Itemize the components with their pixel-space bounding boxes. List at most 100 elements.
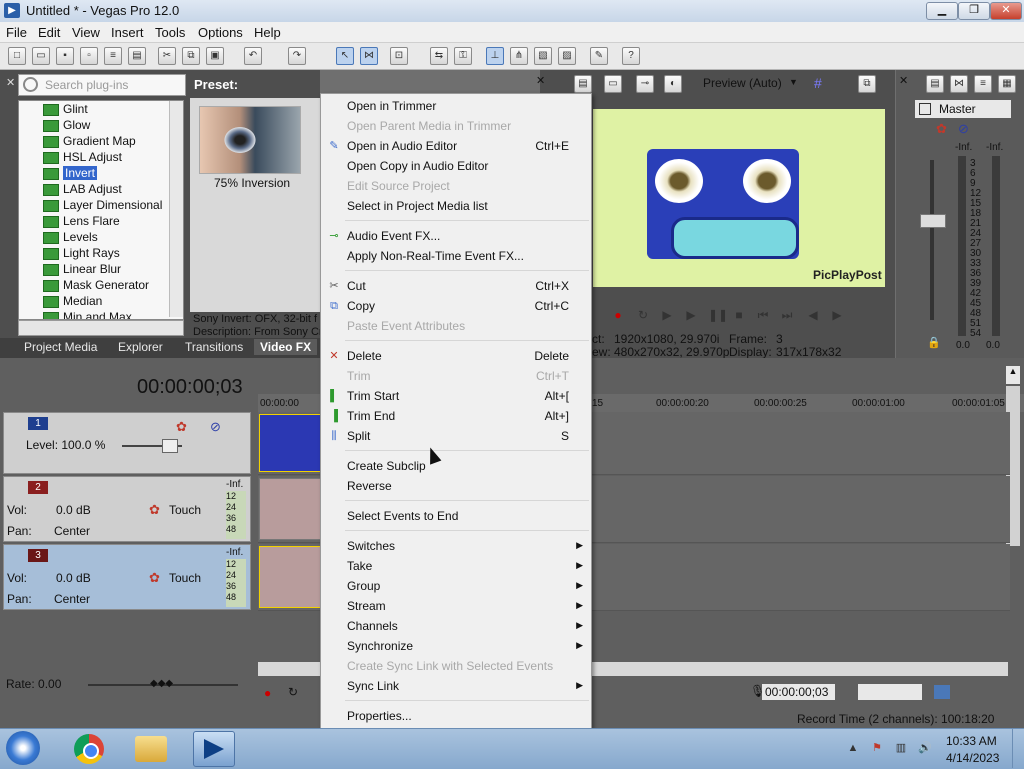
panel-close-icon[interactable]: ✕ xyxy=(536,74,545,87)
preview-quality-dropdown[interactable]: Preview (Auto) xyxy=(703,76,782,90)
normal-edit-tool-icon[interactable]: ↖ xyxy=(336,47,354,65)
menu-item-select-in-project-media[interactable]: Select in Project Media list xyxy=(347,199,488,213)
plugin-item[interactable]: Light Rays xyxy=(43,245,120,261)
menu-item-copy[interactable]: Copy xyxy=(347,299,375,313)
save-icon[interactable]: ▪ xyxy=(56,47,74,65)
split-screen-icon[interactable]: ◐ xyxy=(664,75,682,93)
menu-item-switches[interactable]: Switches xyxy=(347,539,395,553)
track-header-video[interactable]: 1 Level: 100.0 % ✿ ⊘ xyxy=(3,412,251,474)
menu-item-open-in-trimmer[interactable]: Open in Trimmer xyxy=(347,99,436,113)
next-frame-icon[interactable]: ▶ xyxy=(830,308,844,322)
tab-transitions[interactable]: Transitions xyxy=(185,340,243,354)
record-icon[interactable]: ● xyxy=(611,308,625,322)
preset-thumbnail[interactable] xyxy=(199,106,301,174)
go-to-end-icon[interactable]: ⏭ xyxy=(780,308,794,322)
chrome-taskbar-icon[interactable] xyxy=(74,734,104,764)
maximize-button[interactable]: ❐ xyxy=(958,2,990,20)
copy-snapshot-icon[interactable]: ⧉ xyxy=(858,75,876,93)
plugin-item[interactable]: Glow xyxy=(43,117,90,133)
menu-edit[interactable]: Edit xyxy=(38,25,60,40)
menu-item-group[interactable]: Group xyxy=(347,579,380,593)
audio-event-clip[interactable] xyxy=(259,478,323,540)
plugin-item[interactable]: HSL Adjust xyxy=(43,149,122,165)
tab-video-fx[interactable]: Video FX xyxy=(254,339,318,355)
menu-item-channels[interactable]: Channels xyxy=(347,619,398,633)
track-header-audio[interactable]: 2 Vol: 0.0 dB Pan: Center ✿ Touch -Inf. … xyxy=(3,476,251,542)
clock-date[interactable]: 4/14/2023 xyxy=(946,751,999,765)
lock-envelopes-icon[interactable]: ⚿ xyxy=(454,47,472,65)
auto-crossfade-icon[interactable]: ⋔ xyxy=(510,47,528,65)
automation-mode[interactable]: Touch xyxy=(169,503,201,517)
video-fx-icon[interactable]: ⊸ xyxy=(636,75,654,93)
video-event-clip[interactable] xyxy=(259,414,323,472)
rate-slider-handle[interactable]: ◆◆◆ xyxy=(150,678,173,689)
mixer-properties-icon[interactable]: ▤ xyxy=(926,75,944,93)
master-fader-handle[interactable] xyxy=(920,214,946,228)
tab-project-media[interactable]: Project Media xyxy=(24,340,97,354)
plugin-list[interactable]: Glint Glow Gradient Map HSL Adjust Inver… xyxy=(18,100,184,320)
pan-crop-icon[interactable]: ✎ xyxy=(590,47,608,65)
plugin-item[interactable]: Lens Flare xyxy=(43,213,120,229)
render-icon[interactable]: ≡ xyxy=(104,47,122,65)
play-from-start-icon[interactable]: ▶ xyxy=(660,308,674,322)
plugin-item[interactable]: Levels xyxy=(43,229,98,245)
menu-item-create-subclip[interactable]: Create Subclip xyxy=(347,459,426,473)
stop-icon[interactable]: ■ xyxy=(732,308,746,322)
menu-item-open-in-audio-editor[interactable]: Open in Audio Editor xyxy=(347,139,457,153)
play-icon[interactable]: ▶ xyxy=(684,308,698,322)
loop-playback-icon[interactable]: ↻ xyxy=(288,685,298,699)
track-level-slider-handle[interactable] xyxy=(162,439,178,453)
start-button[interactable] xyxy=(6,731,40,765)
menu-file[interactable]: File xyxy=(6,25,27,40)
open-folder-icon[interactable]: ▭ xyxy=(32,47,50,65)
dim-output-icon[interactable]: ≡ xyxy=(974,75,992,93)
what-is-this-help-icon[interactable]: ? xyxy=(622,47,640,65)
menu-item-take[interactable]: Take xyxy=(347,559,372,573)
automation-icon[interactable]: ✿ xyxy=(149,570,160,586)
cursor-position-timecode[interactable]: 00:00:00;03 xyxy=(762,684,835,700)
downmix-icon[interactable]: ⋈ xyxy=(950,75,968,93)
automation-mode[interactable]: Touch xyxy=(169,571,201,585)
plugin-item[interactable]: Glint xyxy=(43,101,88,117)
properties-icon[interactable]: ▤ xyxy=(128,47,146,65)
loop-playback-icon[interactable]: ↻ xyxy=(636,308,650,322)
ignore-grouping-icon[interactable]: ▨ xyxy=(558,47,576,65)
volume-icon[interactable]: 🔊 xyxy=(918,741,932,755)
clock-time[interactable]: 10:33 AM xyxy=(946,734,997,748)
close-button[interactable]: ✕ xyxy=(990,2,1022,20)
go-to-start-icon[interactable]: ⏮ xyxy=(756,308,770,322)
audio-event-clip-selected[interactable] xyxy=(259,546,323,608)
menu-options[interactable]: Options xyxy=(198,25,243,40)
plugin-item[interactable]: Min and Max xyxy=(43,309,132,319)
show-hidden-icons[interactable]: ▲ xyxy=(846,741,860,755)
cut-icon[interactable]: ✂ xyxy=(158,47,176,65)
record-icon[interactable]: ● xyxy=(264,686,271,700)
menu-insert[interactable]: Insert xyxy=(111,25,144,40)
menu-item-trim-start[interactable]: Trim Start xyxy=(347,389,399,403)
plugin-list-scrollbar[interactable] xyxy=(169,101,183,317)
scroll-up-icon[interactable]: ▲ xyxy=(1006,366,1020,384)
mute-icon[interactable]: ⊘ xyxy=(210,419,221,435)
minimize-button[interactable]: ▁ xyxy=(926,2,958,20)
redo-icon[interactable]: ↷ xyxy=(288,47,306,65)
plugin-item-selected[interactable]: Invert xyxy=(43,165,98,181)
menu-item-reverse[interactable]: Reverse xyxy=(347,479,392,493)
menu-item-audio-event-fx[interactable]: Audio Event FX... xyxy=(347,229,440,243)
menu-item-delete[interactable]: Delete xyxy=(347,349,382,363)
previous-frame-icon[interactable]: ◀ xyxy=(806,308,820,322)
search-plugins-input[interactable]: Search plug-ins xyxy=(18,74,186,96)
menu-item-stream[interactable]: Stream xyxy=(347,599,386,613)
selection-length-field[interactable] xyxy=(858,684,922,700)
paste-icon[interactable]: ▣ xyxy=(206,47,224,65)
menu-view[interactable]: View xyxy=(72,25,100,40)
snapping-icon[interactable]: ⊥ xyxy=(486,47,504,65)
overlays-icon[interactable]: # xyxy=(814,75,822,91)
event-fx-icon[interactable]: ▧ xyxy=(534,47,552,65)
envelope-tool-icon[interactable]: ⋈ xyxy=(360,47,378,65)
copy-icon[interactable]: ⧉ xyxy=(182,47,200,65)
preview-properties-icon[interactable]: ▤ xyxy=(574,75,592,93)
menu-item-cut[interactable]: Cut xyxy=(347,279,366,293)
track-header-audio-selected[interactable]: 3 Vol: 0.0 dB Pan: Center ✿ Touch -Inf. … xyxy=(3,544,251,610)
vegas-taskbar-icon[interactable] xyxy=(193,731,235,767)
plugin-item[interactable]: Median xyxy=(43,293,102,309)
